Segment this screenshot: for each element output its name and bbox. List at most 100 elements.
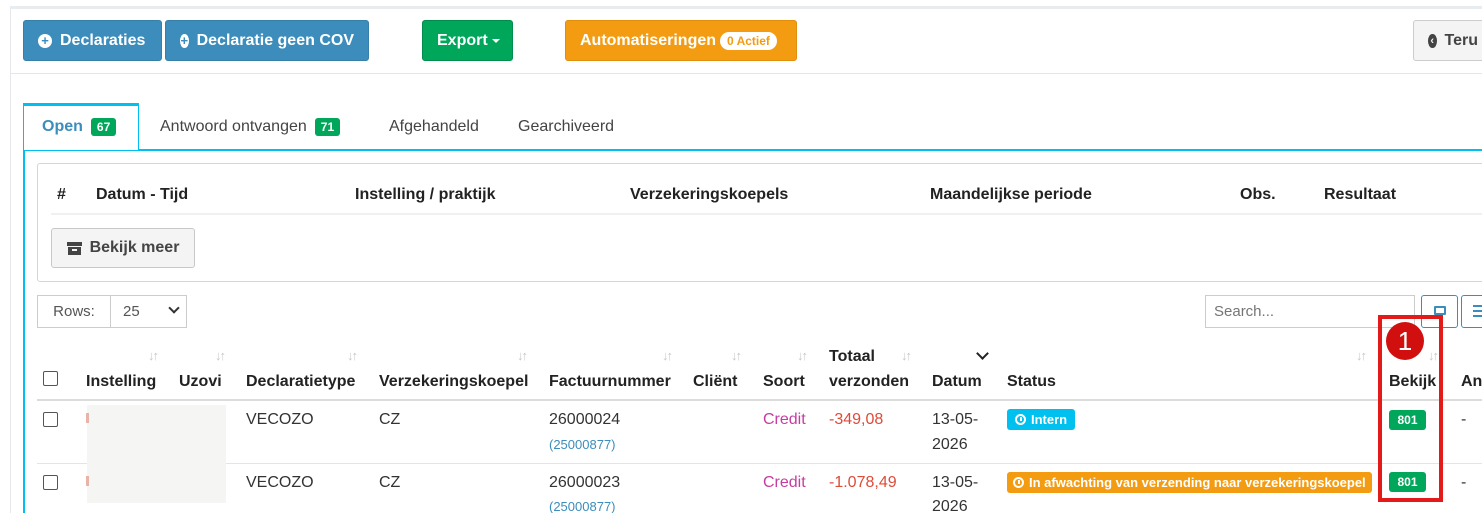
sort-icon[interactable]: ↓↑: [797, 348, 808, 363]
redacted-mark: [86, 413, 89, 423]
row-2-declaratietype: VECOZO: [246, 474, 314, 491]
row-1-verzekeringskoepel: CZ: [379, 411, 401, 428]
row-1-declaratietype: VECOZO: [246, 411, 314, 428]
col-uzovi-header[interactable]: Uzovi: [179, 369, 222, 394]
row-1-factuurnummer: 26000024: [549, 411, 621, 428]
summary-header-datum-tijd: Datum - Tijd: [96, 186, 189, 203]
row-1-status-label: Intern: [1031, 412, 1068, 427]
tab-gearchiveerd[interactable]: Gearchiveerd: [518, 118, 614, 136]
rows-per-page-value: 25: [123, 303, 140, 320]
col-annuleer-header[interactable]: Anı: [1461, 369, 1482, 394]
tab-gearchiveerd-label: Gearchiveerd: [518, 118, 615, 135]
left-border: [10, 9, 11, 513]
plus-circle-icon: +: [180, 32, 189, 48]
row-2-annuleer: -: [1461, 474, 1467, 491]
tab-afgehandeld[interactable]: Afgehandeld: [389, 118, 479, 136]
summary-header-obs: Obs.: [1240, 186, 1276, 203]
summary-header-instelling: Instelling / praktijk: [355, 186, 496, 203]
sort-icon[interactable]: ↓↑: [731, 348, 742, 363]
annotation-marker: 1: [1386, 322, 1424, 360]
sort-icon[interactable]: ↓↑: [347, 348, 358, 363]
active-count-badge: 0 Actief: [720, 31, 777, 50]
redacted-area: [87, 405, 226, 503]
sort-icon[interactable]: ↓↑: [1356, 348, 1367, 363]
declaraties-label: Declaraties: [60, 31, 146, 49]
summary-box: [37, 163, 1482, 282]
col-factuurnummer-header[interactable]: Factuurnummer: [549, 369, 671, 394]
clock-icon: [1015, 414, 1026, 425]
row-1-datum-line1: 13-05-: [932, 411, 979, 428]
clock-icon: [1013, 477, 1024, 488]
row-2-status-badge: In afwachting van verzending naar verzek…: [1007, 472, 1372, 493]
caret-down-icon: [491, 38, 500, 43]
row-1-totaal: -349,08: [829, 411, 884, 428]
sort-icon[interactable]: ↓↑: [901, 348, 912, 363]
declaratie-geen-cov-button[interactable]: + Declaratie geen COV: [165, 20, 369, 61]
summary-header-divider: [51, 213, 1482, 215]
row-1-annuleer: -: [1461, 411, 1467, 428]
plus-circle-icon: +: [38, 33, 52, 48]
row-1-soort: Credit: [763, 411, 806, 428]
rows-label: Rows:: [37, 295, 111, 328]
col-datum-header[interactable]: Datum: [932, 369, 982, 394]
row-2-verzekeringskoepel: CZ: [379, 474, 401, 491]
columns-button[interactable]: [1461, 295, 1482, 328]
tab-open-label: Open: [42, 118, 83, 135]
tab-antwoord-count-badge: 71: [314, 118, 341, 136]
sort-icon[interactable]: ↓↑: [517, 348, 528, 363]
col-totaal-header-line2[interactable]: verzonden: [829, 369, 909, 394]
col-totaal-header-line1[interactable]: Totaal: [829, 344, 875, 369]
bekijk-meer-label: Bekijk meer: [89, 239, 180, 256]
sort-icon[interactable]: ↓↑: [215, 348, 226, 363]
row-2-soort: Credit: [763, 474, 806, 491]
row-checkbox[interactable]: [43, 475, 58, 490]
row-1-datum-line2: 2026: [932, 436, 968, 453]
tab-antwoord-label: Antwoord ontvangen: [160, 118, 307, 135]
row-2-datum-line2: 2026: [932, 498, 968, 513]
list-icon: [1473, 305, 1482, 317]
rows-per-page-select[interactable]: 25: [110, 295, 187, 328]
col-client-header[interactable]: Cliënt: [693, 369, 737, 394]
summary-header-maandelijkse-periode: Maandelijkse periode: [930, 186, 1092, 203]
col-verzekeringskoepel-header[interactable]: Verzekeringskoepel: [379, 369, 528, 394]
summary-header-verzekeringskoepels: Verzekeringskoepels: [630, 186, 789, 203]
row-2-factuurnummer: 26000023: [549, 474, 621, 491]
col-status-header[interactable]: Status: [1007, 369, 1056, 394]
top-border: [10, 6, 1482, 9]
redacted-mark: [86, 476, 89, 486]
sort-icon[interactable]: ↓↑: [148, 348, 159, 363]
toolbar-divider: [10, 73, 1482, 74]
summary-header-resultaat: Resultaat: [1324, 186, 1397, 203]
row-2-factuur-ref-link[interactable]: (25000877): [549, 494, 616, 513]
chevron-down-icon: [168, 302, 180, 314]
table-header-divider: [37, 399, 1482, 401]
tab-open-count-badge: 67: [90, 118, 117, 136]
col-soort-header[interactable]: Soort: [763, 369, 805, 394]
declaraties-button[interactable]: + Declaraties: [23, 20, 162, 61]
select-all-checkbox[interactable]: [43, 371, 58, 386]
col-instelling-header[interactable]: Instelling: [86, 369, 156, 394]
print-icon: [1434, 306, 1446, 315]
tab-antwoord-ontvangen[interactable]: Antwoord ontvangen 71: [160, 118, 341, 136]
archive-icon: [66, 241, 82, 255]
bekijk-meer-button[interactable]: Bekijk meer: [51, 228, 195, 268]
row-checkbox[interactable]: [43, 412, 58, 427]
tab-open[interactable]: Open 67: [42, 118, 117, 136]
terug-button[interactable]: ‹ Teru: [1413, 20, 1482, 61]
row-2-datum-line1: 13-05-: [932, 474, 979, 491]
row-2-totaal: -1.078,49: [829, 474, 897, 491]
row-1-status-badge: Intern: [1007, 409, 1076, 430]
tab-afgehandeld-label: Afgehandeld: [389, 118, 479, 135]
summary-header-number: #: [57, 186, 66, 203]
export-label: Export: [437, 31, 488, 49]
row-1-factuur-ref-link[interactable]: (25000877): [549, 432, 616, 457]
automatiseringen-button[interactable]: Automatiseringen 0 Actief: [565, 20, 797, 61]
declaratie-geen-cov-label: Declaratie geen COV: [196, 31, 354, 49]
col-declaratietype-header[interactable]: Declaratietype: [246, 369, 355, 394]
export-dropdown-button[interactable]: Export: [422, 20, 513, 61]
row-2-status-label: In afwachting van verzending naar verzek…: [1029, 475, 1366, 490]
arrow-left-circle-icon: ‹: [1428, 33, 1437, 48]
automatiseringen-label: Automatiseringen: [580, 31, 717, 49]
table-row-divider: [37, 463, 1482, 464]
sort-icon[interactable]: ↓↑: [662, 348, 673, 363]
